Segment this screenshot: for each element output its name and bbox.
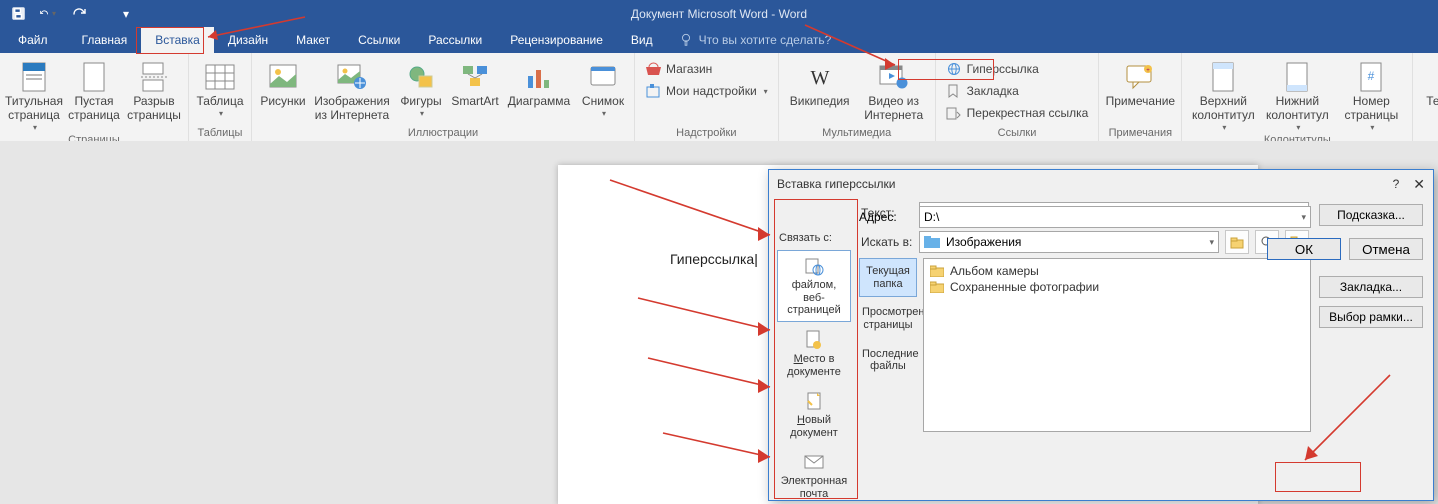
- dialog-help-button[interactable]: ?: [1393, 177, 1400, 191]
- group-text: AТекстовое поле▾: [1413, 53, 1438, 141]
- wikipedia-button[interactable]: WВикипедия: [785, 57, 855, 109]
- document-title: Документ Microsoft Word - Word: [0, 7, 1438, 21]
- online-video-button[interactable]: Видео из Интернета: [859, 57, 929, 123]
- table-button[interactable]: Таблица▾: [195, 57, 245, 118]
- ribbon: Титульная страница▾ Пустая страница Разр…: [0, 53, 1438, 142]
- hyperlink-icon: [946, 61, 962, 77]
- cross-ref-icon: [946, 105, 962, 121]
- list-item[interactable]: Альбом камеры: [930, 263, 1304, 279]
- address-input[interactable]: D:\▾: [919, 206, 1311, 228]
- insert-hyperlink-dialog: Вставка гиперссылки ? ✕ Связать с: файло…: [768, 169, 1434, 501]
- new-doc-icon: [803, 390, 825, 412]
- group-media: WВикипедия Видео из Интернета Мультимеди…: [779, 53, 936, 141]
- link-to-email[interactable]: Электронная почта: [777, 446, 851, 504]
- link-to-place-in-doc[interactable]: Место в документе: [777, 324, 851, 383]
- my-addins-button[interactable]: Мои надстройки▾: [641, 81, 772, 101]
- tell-me-placeholder: Что вы хотите сделать?: [699, 33, 832, 47]
- tab-design[interactable]: Дизайн: [214, 27, 282, 53]
- dialog-title: Вставка гиперссылки: [777, 177, 895, 191]
- screen-tip-button[interactable]: Подсказка...: [1319, 204, 1423, 226]
- panel-browsed-pages[interactable]: Просмотренные страницы: [859, 299, 917, 338]
- store-icon: [645, 61, 661, 77]
- email-icon: [803, 451, 825, 473]
- panel-current-folder[interactable]: Текущая папка: [859, 258, 917, 297]
- svg-text:#: #: [1368, 69, 1375, 83]
- tell-me[interactable]: Что вы хотите сделать?: [667, 27, 832, 53]
- ribbon-tabs: Файл Главная Вставка Дизайн Макет Ссылки…: [0, 27, 1438, 53]
- group-header-footer: Верхний колонтитул▾ Нижний колонтитул▾ #…: [1182, 53, 1413, 141]
- link-to-label: Связать с:: [777, 230, 851, 248]
- group-tables-label: Таблицы: [195, 125, 245, 141]
- redo-icon[interactable]: [70, 6, 86, 22]
- pictures-folder-icon: [924, 235, 940, 249]
- group-links-label: Ссылки: [942, 125, 1093, 141]
- group-addins: Магазин Мои надстройки▾ Надстройки: [635, 53, 779, 141]
- undo-icon[interactable]: ▾: [40, 6, 56, 22]
- group-links: Гиперссылка Закладка Перекрестная ссылка…: [936, 53, 1100, 141]
- hyperlink-button[interactable]: Гиперссылка: [942, 59, 1093, 79]
- cancel-button[interactable]: Отмена: [1349, 238, 1423, 260]
- file-web-icon: [803, 255, 825, 277]
- address-label: Адрес:: [859, 210, 911, 224]
- tab-insert[interactable]: Вставка: [141, 27, 214, 53]
- tab-references[interactable]: Ссылки: [344, 27, 414, 53]
- shapes-button[interactable]: Фигуры▾: [396, 57, 446, 118]
- look-in-label: Искать в:: [861, 235, 913, 249]
- group-addins-label: Надстройки: [641, 125, 772, 141]
- bookmark-dialog-button[interactable]: Закладка...: [1319, 276, 1423, 298]
- group-tables: Таблица▾ Таблицы: [189, 53, 252, 141]
- svg-text:W: W: [810, 67, 829, 88]
- title-bar: ▾ ▾ Документ Microsoft Word - Word: [0, 0, 1438, 27]
- store-button[interactable]: Магазин: [641, 59, 772, 79]
- file-list[interactable]: Альбом камеры Сохраненные фотографии: [923, 258, 1311, 432]
- group-pages: Титульная страница▾ Пустая страница Разр…: [0, 53, 189, 141]
- link-to-file-web[interactable]: файлом, веб-страницей: [777, 250, 851, 322]
- tab-file[interactable]: Файл: [0, 27, 66, 53]
- tab-home[interactable]: Главная: [68, 27, 142, 53]
- look-in-dropdown[interactable]: Изображения▾: [919, 231, 1219, 253]
- chart-button[interactable]: Диаграмма: [504, 57, 574, 109]
- bookmark-button[interactable]: Закладка: [942, 81, 1093, 101]
- svg-text:+: +: [1147, 68, 1151, 74]
- tab-layout[interactable]: Макет: [282, 27, 344, 53]
- smartart-button[interactable]: SmartArt: [450, 57, 500, 109]
- cover-page-button[interactable]: Титульная страница▾: [6, 57, 62, 132]
- online-pictures-button[interactable]: Изображения из Интернета: [312, 57, 392, 123]
- link-to-new-doc[interactable]: Новый документ: [777, 385, 851, 444]
- blank-page-button[interactable]: Пустая страница: [66, 57, 122, 123]
- qat-customize-icon[interactable]: ▾: [118, 6, 134, 22]
- target-frame-button[interactable]: Выбор рамки...: [1319, 306, 1423, 328]
- up-one-level-button[interactable]: [1225, 230, 1249, 254]
- page-break-button[interactable]: Разрыв страницы: [126, 57, 182, 123]
- save-icon[interactable]: [10, 6, 26, 22]
- group-comments-label: Примечания: [1105, 125, 1175, 141]
- footer-button[interactable]: Нижний колонтитул▾: [1262, 57, 1332, 132]
- place-in-doc-icon: [803, 329, 825, 351]
- group-media-label: Мультимедиа: [785, 125, 929, 141]
- header-button[interactable]: Верхний колонтитул▾: [1188, 57, 1258, 132]
- tab-mailings[interactable]: Рассылки: [414, 27, 496, 53]
- body-text[interactable]: Гиперссылка|: [670, 251, 758, 267]
- screenshot-button[interactable]: Снимок▾: [578, 57, 628, 118]
- tab-review[interactable]: Рецензирование: [496, 27, 617, 53]
- dialog-close-button[interactable]: ✕: [1413, 176, 1425, 193]
- group-illustrations-label: Иллюстрации: [258, 125, 628, 141]
- comment-button[interactable]: +Примечание: [1105, 57, 1175, 109]
- page-number-button[interactable]: #Номер страницы▾: [1336, 57, 1406, 132]
- group-illustrations: Рисунки Изображения из Интернета Фигуры▾…: [252, 53, 635, 141]
- cross-reference-button[interactable]: Перекрестная ссылка: [942, 103, 1093, 123]
- list-item[interactable]: Сохраненные фотографии: [930, 279, 1304, 295]
- bookmark-icon: [946, 83, 962, 99]
- panel-recent-files[interactable]: Последние файлы: [859, 341, 917, 380]
- ok-button[interactable]: ОК: [1267, 238, 1341, 260]
- addins-icon: [645, 83, 661, 99]
- pictures-button[interactable]: Рисунки: [258, 57, 308, 109]
- group-comments: +Примечание Примечания: [1099, 53, 1182, 141]
- text-box-button[interactable]: AТекстовое поле▾: [1419, 57, 1438, 132]
- tab-view[interactable]: Вид: [617, 27, 667, 53]
